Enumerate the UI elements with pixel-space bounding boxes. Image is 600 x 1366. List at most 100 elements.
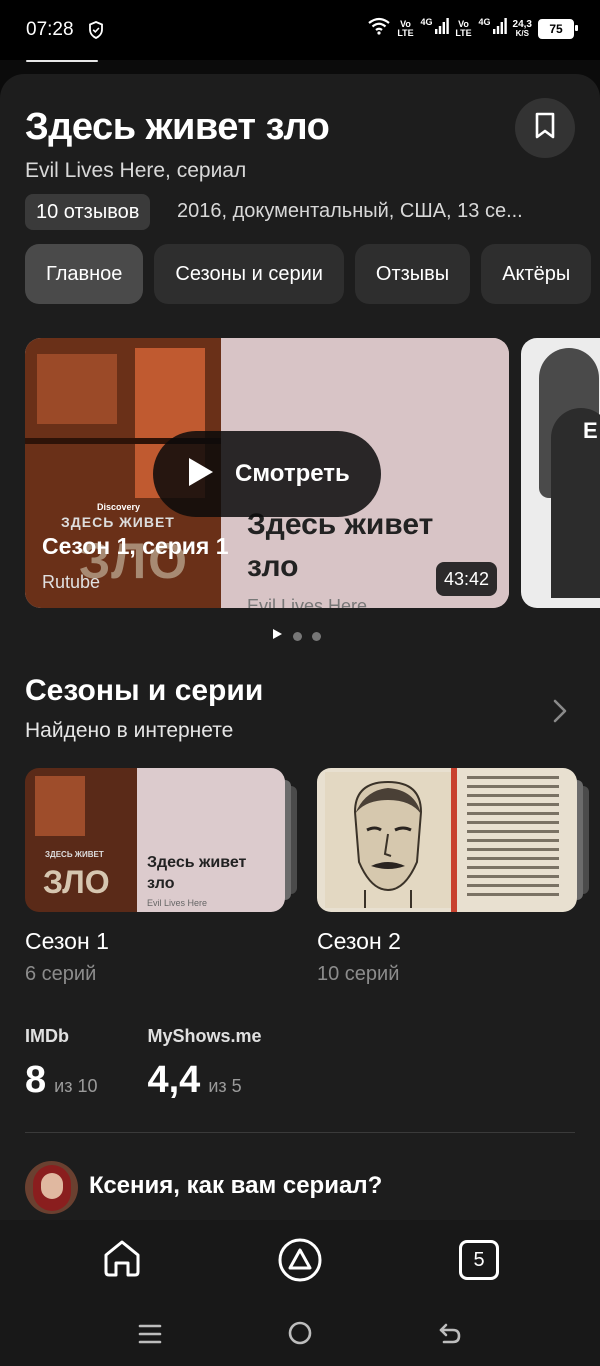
- seasons-section-title[interactable]: Сезоны и серии: [25, 674, 263, 708]
- tab-reviews[interactable]: Отзывы: [354, 244, 471, 304]
- text-line: [467, 875, 559, 878]
- open-tabs-button[interactable]: 5: [459, 1240, 499, 1280]
- rating-value-row: 4,4 из 5: [147, 1059, 261, 1102]
- seasons-section-subtitle: Найдено в интернете: [25, 719, 234, 742]
- back-icon[interactable]: [438, 1321, 462, 1350]
- thumb-small-title: ЗДЕСЬ ЖИВЕТ: [45, 850, 104, 859]
- text-line: [467, 776, 559, 779]
- poster-channel: Discovery: [97, 502, 141, 512]
- thumb-title-line: Здесь живет: [147, 854, 247, 871]
- pager-dot[interactable]: [312, 631, 321, 641]
- pager-dot[interactable]: [293, 631, 302, 641]
- season-episode-count: 6 серий: [25, 963, 97, 985]
- tabs-count: 5: [473, 1248, 485, 1271]
- text-line: [467, 812, 559, 815]
- rating-value-row: 8 из 10: [25, 1059, 97, 1102]
- volte-indicator-1: Vo LTE: [397, 18, 414, 38]
- speed-value: 24,3: [512, 18, 532, 30]
- episode-title: Сезон 1, серия 1: [42, 533, 229, 559]
- signal-bars-icon: [492, 18, 507, 39]
- sheet-drag-handle[interactable]: [26, 60, 98, 62]
- text-line: [467, 821, 559, 824]
- bookmark-icon: [534, 112, 556, 145]
- season-card[interactable]: Сезон 2 10 серий: [317, 768, 589, 986]
- original-title: Evil Lives Here, сериал: [25, 159, 247, 182]
- watch-button[interactable]: Смотреть: [153, 431, 381, 517]
- tab-seasons[interactable]: Сезоны и серии: [154, 244, 344, 304]
- poster-subtitle: Evil Lives Here: [247, 596, 368, 608]
- rating-myshows[interactable]: MyShows.me 4,4 из 5: [147, 1026, 261, 1102]
- divider: [25, 1132, 575, 1133]
- text-line: [467, 857, 559, 860]
- rating-imdb[interactable]: IMDb 8 из 10: [25, 1026, 97, 1102]
- text-line: [467, 830, 559, 833]
- text-line: [467, 884, 559, 887]
- bottom-navigation: 5: [0, 1220, 600, 1366]
- watch-label: Смотреть: [235, 460, 350, 487]
- ratings: IMDb 8 из 10 MyShows.me 4,4 из 5: [25, 1026, 262, 1102]
- bookmark-button[interactable]: [515, 98, 575, 158]
- signal-1: 4G: [421, 18, 449, 39]
- home-icon[interactable]: [101, 1237, 143, 1284]
- clock: 07:28: [26, 19, 74, 40]
- thumb-big-word: ЗЛО: [43, 864, 110, 900]
- video-source: Rutube: [42, 572, 101, 592]
- chevron-right-icon[interactable]: [552, 698, 568, 729]
- rating-scale: из 5: [208, 1076, 242, 1096]
- thumb-sketch-portrait: [325, 772, 451, 908]
- season-thumb-wrap: ЗДЕСЬ ЖИВЕТ ЗЛО Здесь живет зло Evil Liv…: [25, 768, 297, 912]
- season-card[interactable]: ЗДЕСЬ ЖИВЕТ ЗЛО Здесь живет зло Evil Liv…: [25, 768, 297, 986]
- season-thumbnail: ЗДЕСЬ ЖИВЕТ ЗЛО Здесь живет зло Evil Liv…: [25, 768, 285, 912]
- tab-main[interactable]: Главное: [25, 244, 144, 304]
- rating-value: 8: [25, 1059, 47, 1101]
- battery-level: 75: [549, 21, 563, 36]
- battery-icon: 75: [538, 18, 578, 39]
- thumb-title-line: зло: [147, 875, 175, 892]
- avatar: [25, 1161, 78, 1214]
- net-type-2: 4G: [478, 17, 491, 27]
- thumb-subtitle: Evil Lives Here: [147, 898, 208, 908]
- status-indicators: Vo LTE 4G Vo LTE 4G 24,3 K/S 75: [367, 17, 578, 40]
- text-line: [467, 866, 559, 869]
- poster-letter: E: [583, 418, 598, 443]
- season-thumb-wrap: [317, 768, 589, 912]
- play-indicator-icon[interactable]: [272, 627, 283, 645]
- page-title: Здесь живет зло: [25, 106, 330, 148]
- poster-small-title: ЗДЕСЬ ЖИВЕТ: [61, 514, 175, 530]
- rating-source: IMDb: [25, 1026, 69, 1046]
- shield-icon: [88, 21, 104, 44]
- rating-value: 4,4: [147, 1059, 201, 1101]
- season-thumbnail: [317, 768, 577, 912]
- series-meta: 2016, документальный, США, 13 се...: [177, 200, 523, 222]
- recent-apps-icon[interactable]: [138, 1322, 162, 1351]
- section-tabs: Главное Сезоны и серии Отзывы Актёры: [25, 244, 592, 304]
- avatar-face: [41, 1173, 63, 1199]
- rating-source: MyShows.me: [147, 1026, 262, 1046]
- volte-indicator-2: Vo LTE: [455, 18, 472, 38]
- alice-assistant-icon[interactable]: [277, 1237, 323, 1288]
- season-episode-count: 10 серий: [317, 963, 400, 985]
- network-speed: 24,3 K/S: [512, 18, 532, 38]
- thumb-newspaper-text: [467, 776, 559, 902]
- season-name: Сезон 2: [317, 928, 401, 954]
- text-line: [467, 893, 559, 896]
- reviews-count-chip[interactable]: 10 отзывов: [25, 194, 151, 230]
- tab-actors[interactable]: Актёры: [481, 244, 592, 304]
- video-duration: 43:42: [435, 562, 497, 596]
- text-line: [467, 785, 559, 788]
- next-video-card[interactable]: E: [521, 338, 600, 608]
- text-line: [467, 794, 559, 797]
- signal-bars-icon: [434, 18, 449, 39]
- featured-video-card[interactable]: Discovery ЗДЕСЬ ЖИВЕТ ЗЛО Здесь живет зл…: [25, 338, 509, 608]
- poster-window: [37, 354, 117, 424]
- play-icon: [153, 456, 215, 493]
- poster-title-line: зло: [247, 550, 299, 583]
- text-line: [467, 803, 559, 806]
- thumb-divider: [451, 768, 457, 912]
- rate-prompt[interactable]: Ксения, как вам сериал?: [89, 1172, 382, 1200]
- system-home-icon[interactable]: [288, 1321, 312, 1350]
- speed-unit: K/S: [515, 28, 529, 38]
- thumb-stack: [291, 786, 297, 894]
- content-sheet: Здесь живет зло Evil Lives Here, сериал …: [0, 74, 600, 1220]
- text-line: [467, 848, 559, 851]
